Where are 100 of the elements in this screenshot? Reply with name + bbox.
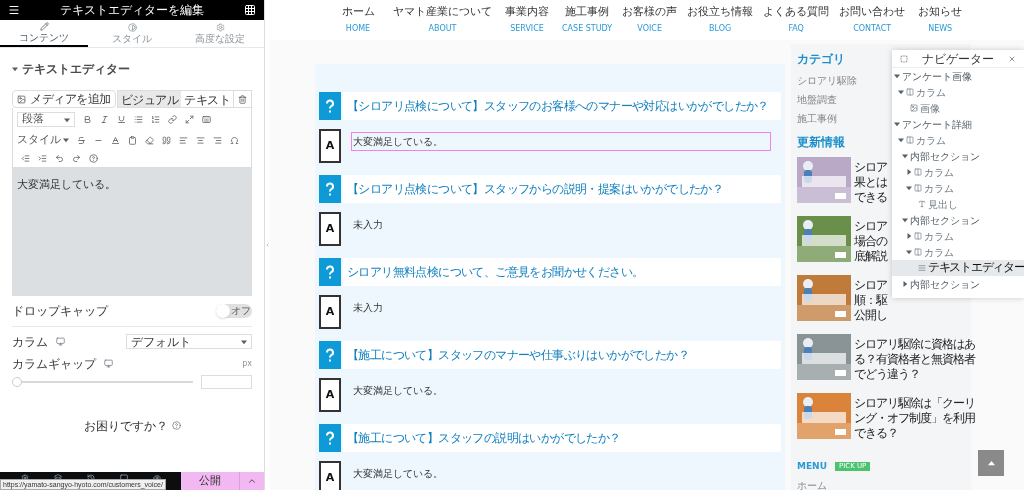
navigator-item[interactable]: カラム (892, 84, 1024, 100)
nav-link[interactable]: お役立ち情報 BLOG (682, 4, 759, 35)
navigator-item[interactable]: 見出し (892, 196, 1024, 212)
navigator-item[interactable]: カラム (892, 180, 1024, 196)
outdent-icon[interactable] (21, 153, 30, 163)
nav-link[interactable]: お問い合わせ CONTACT (834, 4, 911, 35)
desktop-icon[interactable] (56, 337, 65, 346)
caret-icon[interactable] (902, 217, 908, 223)
nav-link[interactable]: ホーム HOME (328, 4, 388, 35)
caret-icon[interactable] (894, 121, 900, 127)
navigator-item[interactable]: カラム (892, 164, 1024, 180)
post-title-line[interactable]: でどう違う？ (854, 368, 975, 381)
navigator-item[interactable]: 内部セクション (892, 148, 1024, 164)
navigator-item[interactable]: 内部セクション (892, 276, 1024, 292)
omega-icon[interactable] (230, 135, 239, 145)
quote-icon[interactable] (162, 135, 171, 145)
nav-link[interactable]: ヤマト産業について ABOUT (388, 4, 497, 35)
answer-text[interactable]: 大変満足している。 (351, 464, 771, 483)
media-icon[interactable] (17, 94, 26, 104)
answer-text[interactable]: 未入力 (351, 215, 771, 234)
keyboard-icon[interactable] (202, 115, 211, 124)
post-title-line[interactable]: ング・オフ制度」を利用 (854, 412, 975, 425)
caret-icon[interactable] (902, 153, 908, 159)
caret-icon[interactable] (906, 169, 912, 175)
answer-text[interactable]: 大変満足している。 (351, 381, 771, 400)
eraser-icon[interactable] (145, 135, 154, 145)
close-icon[interactable] (1008, 54, 1016, 63)
post-title-line[interactable]: シロア (854, 279, 887, 292)
help-icon[interactable] (171, 421, 181, 430)
columns-select[interactable]: デフォルト (126, 334, 252, 349)
grid-icon[interactable] (244, 4, 256, 16)
publish-button[interactable]: 公開 (181, 472, 239, 490)
answer-text[interactable]: 大変満足している。 (351, 132, 771, 151)
nav-link[interactable]: よくある質問 FAQ (758, 4, 835, 35)
nav-link[interactable]: お知らせ NEWS (910, 4, 971, 35)
dropcap-toggle[interactable]: オフ (216, 303, 252, 318)
preview-icon[interactable] (152, 474, 161, 482)
category-link[interactable]: 地盤調査 (797, 94, 837, 106)
bullet-list-icon[interactable] (134, 115, 143, 124)
navigator-item[interactable]: カラム (892, 132, 1024, 148)
category-link[interactable]: 施工事例 (797, 113, 837, 125)
post-title-line[interactable]: 順：駆 (854, 294, 887, 307)
post-title-line[interactable]: できる？ (854, 427, 975, 440)
format-select[interactable]: 段落 (17, 112, 75, 127)
undo-icon[interactable] (55, 153, 64, 163)
post-title-line[interactable]: シロア (854, 161, 887, 174)
collapse-icon[interactable] (900, 54, 908, 63)
panel-tab[interactable]: コンテンツ (0, 20, 88, 47)
menu-link[interactable]: ホーム (797, 479, 827, 490)
add-media-button[interactable]: メディアを追加 (12, 90, 116, 108)
navigator-item[interactable]: カラム (892, 228, 1024, 244)
caret-icon[interactable] (906, 185, 912, 191)
post-title-line[interactable]: できる (854, 191, 887, 204)
dropdown-caret-icon[interactable] (63, 137, 69, 144)
help-icon[interactable] (89, 153, 98, 163)
gap-input[interactable] (201, 374, 252, 389)
editor-mode-tab[interactable]: ビジュアル (117, 91, 181, 107)
text-editor-area[interactable]: 大変満足している。 (12, 167, 252, 296)
caret-icon[interactable] (894, 73, 900, 79)
style-dropdown[interactable]: スタイル (17, 132, 69, 149)
text-color-icon[interactable] (111, 135, 120, 145)
post-title-line[interactable]: 果とは (854, 176, 887, 189)
layers-icon[interactable] (53, 474, 62, 482)
settings-icon[interactable] (20, 474, 29, 482)
fullscreen-icon[interactable] (185, 115, 194, 124)
dropdown-caret-icon[interactable] (241, 338, 247, 345)
help-link[interactable]: お困りですか？ (83, 416, 168, 435)
caret-icon[interactable] (898, 89, 904, 95)
post-title-line[interactable]: シロアリ駆除に資格はあ (854, 338, 975, 351)
nav-link[interactable]: お客様の声 VOICE (617, 4, 683, 35)
caret-icon[interactable] (898, 137, 904, 143)
post-title-line[interactable]: る？有資格者と無資格者 (854, 353, 975, 366)
caret-icon[interactable] (906, 249, 912, 255)
align-right-icon[interactable] (213, 135, 222, 145)
link-icon[interactable] (168, 115, 177, 124)
post-title-line[interactable]: 公開し (854, 309, 887, 322)
trash-icon[interactable] (238, 94, 247, 104)
underline-icon[interactable] (117, 115, 126, 124)
navigator-item[interactable]: テキストエディター (892, 260, 1024, 276)
history-icon[interactable] (86, 474, 95, 482)
strikethrough-icon[interactable] (77, 135, 86, 145)
category-link[interactable]: シロアリ駆除 (797, 75, 857, 87)
navigator-item[interactable]: 画像 (892, 100, 1024, 116)
nav-link[interactable]: 事業内容 SERVICE (497, 4, 557, 35)
post-title-line[interactable]: シロアリ駆除は「クーリ (854, 397, 975, 410)
indent-icon[interactable] (38, 153, 47, 163)
desktop-icon[interactable] (104, 359, 113, 368)
navigator-item[interactable]: アンケート詳細 (892, 116, 1024, 132)
align-center-icon[interactable] (196, 135, 205, 145)
post-title-line[interactable]: 底解説 (854, 250, 887, 263)
caret-icon[interactable] (902, 281, 908, 287)
menu-icon[interactable] (8, 4, 20, 16)
navigator-item[interactable]: 内部セクション (892, 212, 1024, 228)
numbered-list-icon[interactable] (151, 115, 160, 124)
answer-text[interactable]: 未入力 (351, 298, 771, 317)
post-title-line[interactable]: 場合の (854, 235, 887, 248)
italic-icon[interactable] (100, 115, 109, 124)
bold-icon[interactable] (83, 115, 92, 124)
nav-link[interactable]: 施工事例 CASE STUDY (557, 4, 618, 35)
navigator-item[interactable]: カラム (892, 244, 1024, 260)
